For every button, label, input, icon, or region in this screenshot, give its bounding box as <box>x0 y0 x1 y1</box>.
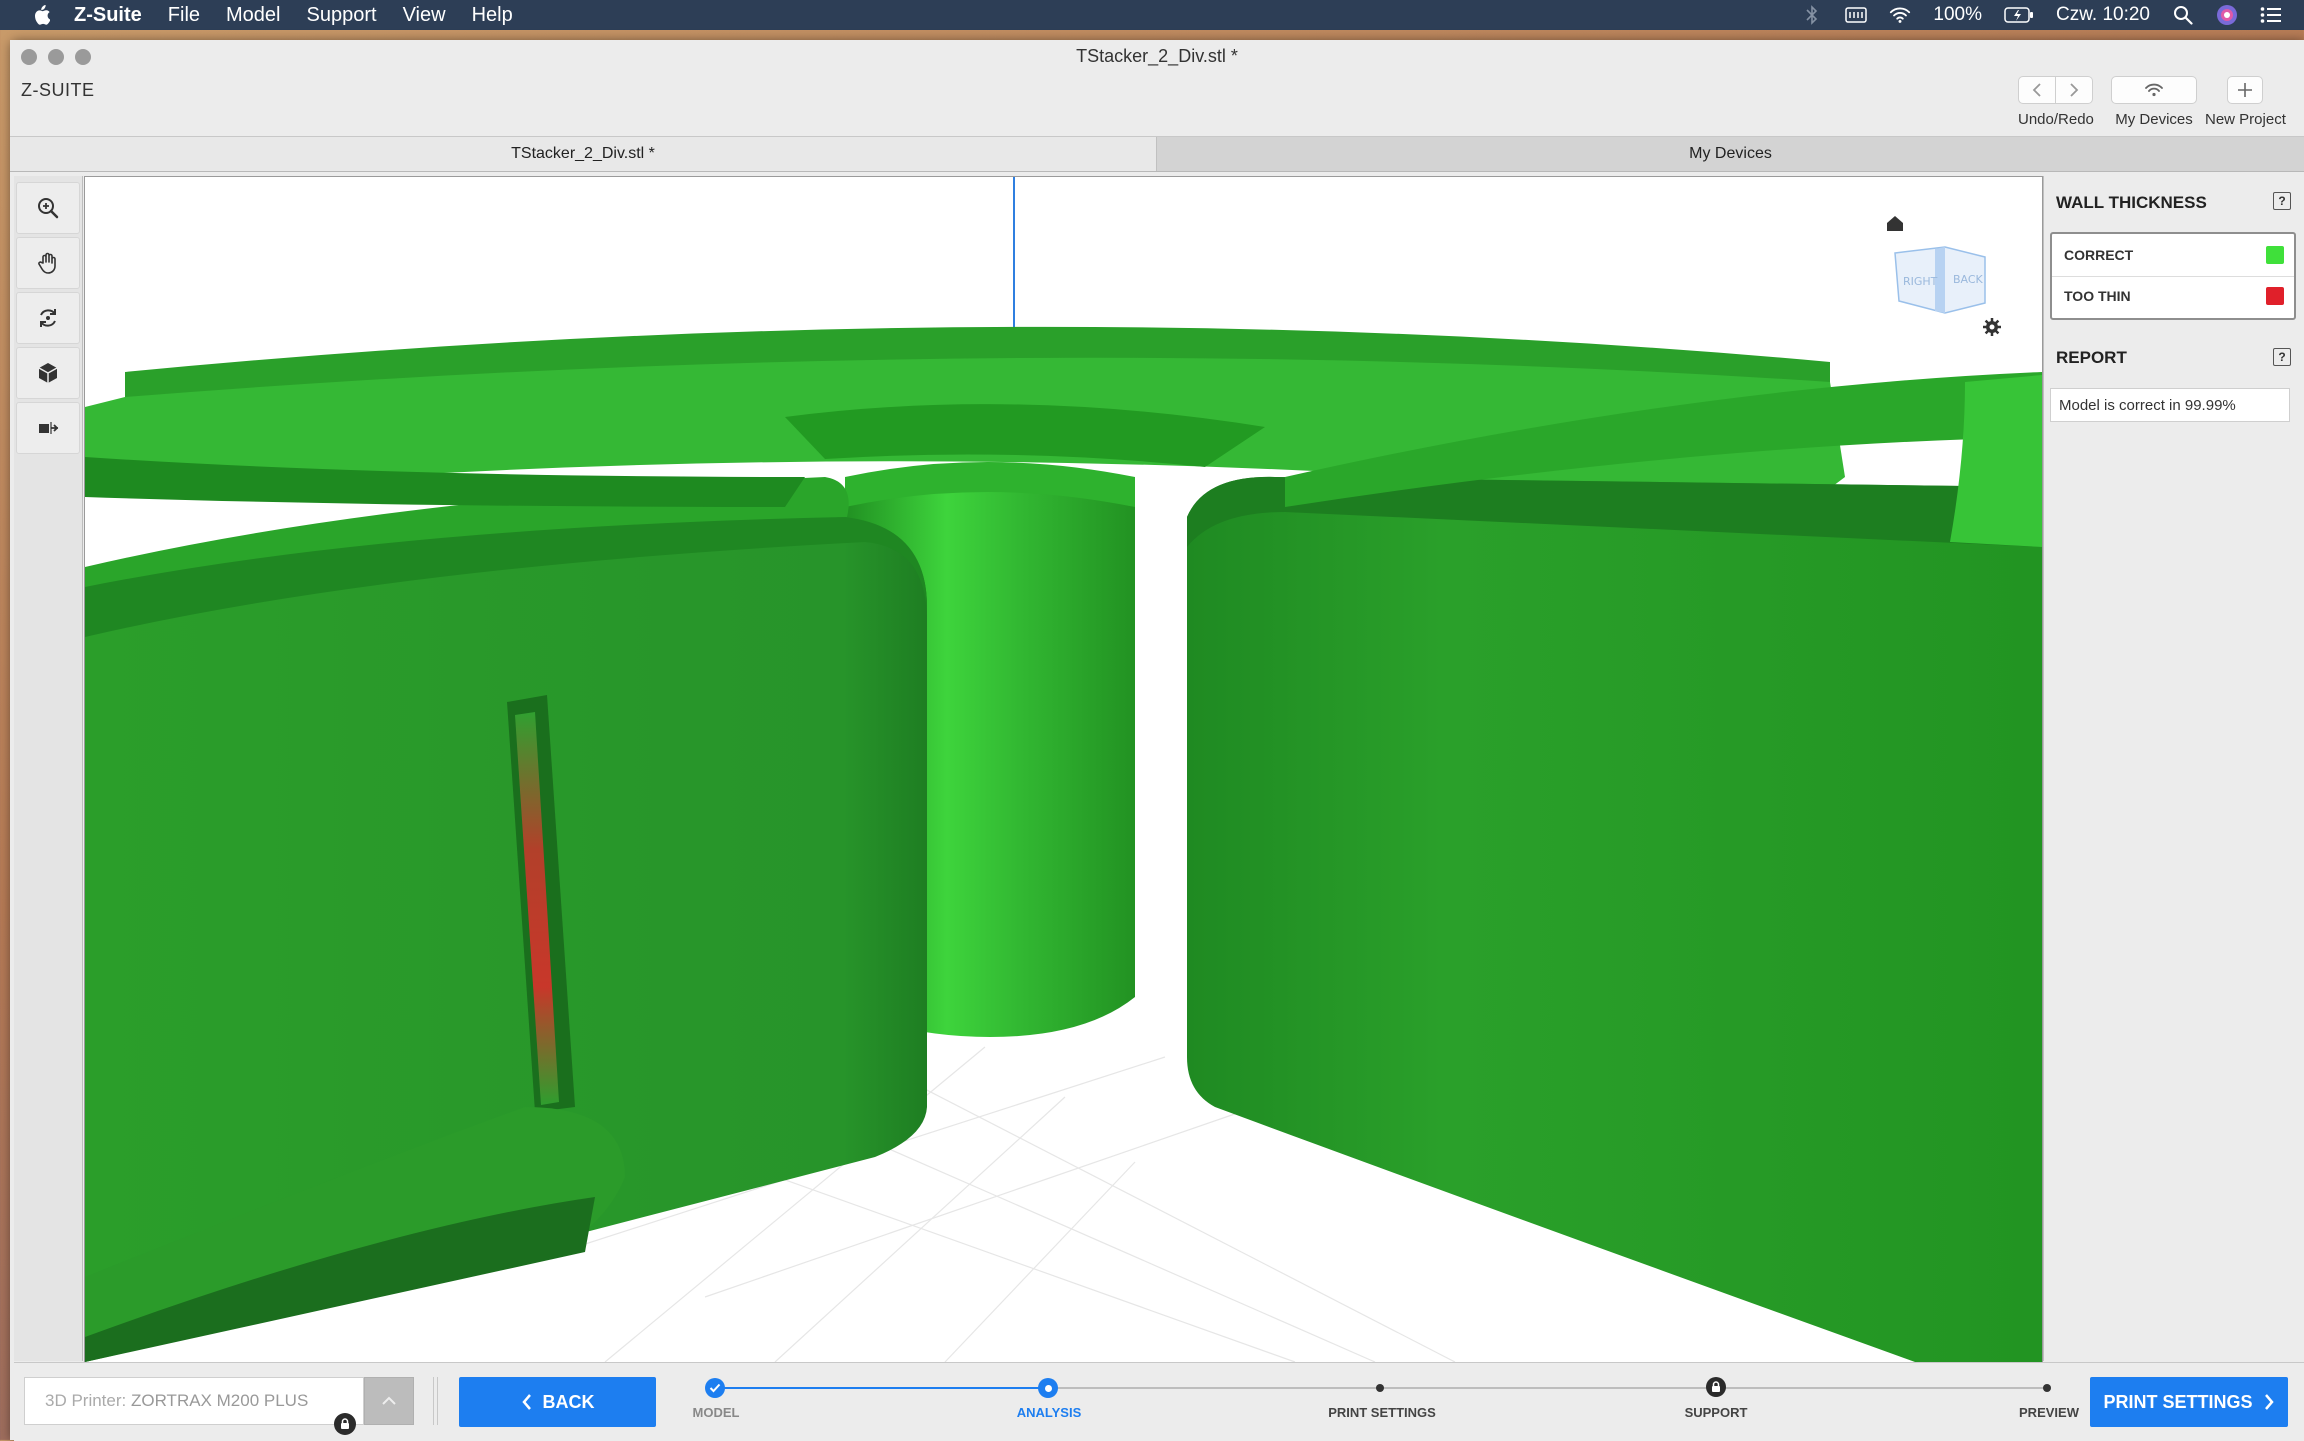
battery-icon[interactable] <box>2004 5 2034 25</box>
zoom-tool-button[interactable] <box>16 182 80 234</box>
new-project-group: New Project <box>2205 76 2286 128</box>
bluetooth-icon[interactable] <box>1801 5 1823 25</box>
chevron-up-icon <box>382 1396 396 1405</box>
step-dot <box>1376 1384 1384 1392</box>
undo-button[interactable] <box>2018 76 2057 104</box>
back-button[interactable]: BACK <box>459 1377 656 1427</box>
lock-icon <box>1706 1377 1726 1397</box>
report-title: REPORT <box>2056 348 2127 367</box>
pan-tool-button[interactable] <box>16 237 80 289</box>
new-project-label: New Project <box>2205 111 2286 128</box>
check-icon <box>705 1378 725 1398</box>
print-settings-button[interactable]: PRINT SETTINGS <box>2090 1377 2288 1427</box>
chevron-right-icon <box>2070 83 2079 97</box>
menu-view[interactable]: View <box>403 4 446 27</box>
printer-prefix: 3D Printer: <box>45 1391 131 1410</box>
keyboard-input-icon[interactable] <box>1845 5 1868 25</box>
legend-too-thin: TOO THIN <box>2064 279 2284 313</box>
wall-thickness-legend: CORRECT TOO THIN <box>2050 232 2296 320</box>
workflow-bar: 3D Printer: ZORTRAX M200 PLUS BACK MODEL <box>14 1362 2304 1441</box>
chevron-left-icon <box>521 1394 531 1410</box>
tab-project[interactable]: TStacker_2_Div.stl * <box>10 137 1157 171</box>
wall-thickness-help-icon[interactable]: ? <box>2273 192 2291 210</box>
model-move-icon <box>39 422 59 434</box>
chevron-right-icon <box>2264 1394 2274 1410</box>
view-cube-widget[interactable]: RIGHT BACK <box>1875 213 2005 343</box>
legend-correct-label: CORRECT <box>2064 247 2134 263</box>
window-title: TStacker_2_Div.stl * <box>1076 46 1238 66</box>
report-text: Model is correct in 99.99% <box>2050 388 2290 422</box>
my-devices-label: My Devices <box>2115 111 2193 128</box>
view-cube-face-right[interactable]: RIGHT <box>1903 275 1938 288</box>
plus-icon <box>2238 83 2253 97</box>
legend-correct: CORRECT <box>2064 238 2284 272</box>
view-tool-button[interactable] <box>16 347 80 399</box>
progress-line-pending <box>1049 1387 2049 1389</box>
step-analysis-label: ANALYSIS <box>1016 1405 1082 1420</box>
redo-button[interactable] <box>2056 76 2094 104</box>
printer-dropdown-button[interactable] <box>364 1377 414 1425</box>
move-tool-button[interactable] <box>16 402 80 454</box>
new-project-button[interactable] <box>2227 76 2264 104</box>
my-devices-group: My Devices <box>2111 76 2197 128</box>
wifi-icon[interactable] <box>1889 5 1911 25</box>
view-cube-face-back[interactable]: BACK <box>1953 273 1984 286</box>
notification-center-icon[interactable] <box>2260 5 2282 25</box>
report-help-icon[interactable]: ? <box>2273 348 2291 366</box>
progress-line-done <box>716 1387 1049 1389</box>
apple-icon[interactable] <box>26 0 56 30</box>
menubar-clock[interactable]: Czw. 10:20 <box>2056 4 2150 26</box>
legend-too-thin-label: TOO THIN <box>2064 288 2131 304</box>
printer-selector[interactable]: 3D Printer: ZORTRAX M200 PLUS <box>24 1377 364 1425</box>
gear-icon[interactable] <box>1983 318 2001 336</box>
menu-file[interactable]: File <box>168 4 200 27</box>
legend-correct-swatch <box>2266 246 2284 264</box>
document-tabs: TStacker_2_Div.stl * My Devices <box>10 136 2304 172</box>
rotate-tool-button[interactable] <box>16 292 80 344</box>
wall-thickness-title: WALL THICKNESS <box>2056 193 2207 212</box>
menu-help[interactable]: Help <box>472 4 513 27</box>
pan-hand-icon <box>38 252 56 274</box>
3d-viewport[interactable]: RIGHT BACK <box>84 176 2043 1363</box>
step-print-settings-label: PRINT SETTINGS <box>1328 1405 1436 1420</box>
view-tools-strip <box>14 176 83 1361</box>
analysis-panel: WALL THICKNESS ? CORRECT TOO THIN REPORT… <box>2043 176 2304 1361</box>
printer-name: ZORTRAX M200 PLUS <box>130 1391 309 1410</box>
zoom-icon <box>38 198 59 219</box>
lock-icon <box>334 1413 356 1435</box>
siri-icon[interactable] <box>2216 5 2238 25</box>
menu-model[interactable]: Model <box>226 4 280 27</box>
app-logo: Z-SUITE <box>21 80 95 100</box>
home-view-icon[interactable] <box>1887 216 1903 231</box>
battery-percent: 100% <box>1933 4 1982 25</box>
model-render <box>85 177 2042 1362</box>
menu-app-name[interactable]: Z-Suite <box>74 4 142 27</box>
undo-redo-label: Undo/Redo <box>2018 111 2094 128</box>
workflow-steps: MODEL ANALYSIS PRINT SETTINGS SUPPORT PR… <box>676 1363 2086 1441</box>
step-model-label: MODEL <box>692 1405 740 1420</box>
back-button-label: BACK <box>542 1391 595 1412</box>
app-window: TStacker_2_Div.stl * Z-SUITE Undo/Redo M… <box>10 40 2304 1441</box>
step-dot <box>2043 1384 2051 1392</box>
view-cube-icon <box>38 363 58 383</box>
rotate-icon <box>40 309 56 327</box>
chevron-left-icon <box>2033 83 2042 97</box>
my-devices-button[interactable] <box>2111 76 2197 104</box>
print-settings-button-label: PRINT SETTINGS <box>2103 1391 2253 1412</box>
macos-menubar: Z-Suite File Model Support View Help 100… <box>0 0 2304 30</box>
menu-support[interactable]: Support <box>307 4 377 27</box>
tab-my-devices[interactable]: My Devices <box>1157 137 2304 171</box>
window-titlebar: TStacker_2_Div.stl * Z-SUITE Undo/Redo M… <box>10 40 2304 136</box>
wifi-icon <box>2145 83 2163 97</box>
toolbar-divider <box>433 1377 438 1425</box>
undo-redo-group: Undo/Redo <box>2018 76 2094 128</box>
current-step-dot <box>1038 1378 1058 1398</box>
legend-too-thin-swatch <box>2266 287 2284 305</box>
step-support-label: SUPPORT <box>1684 1405 1748 1420</box>
spotlight-search-icon[interactable] <box>2172 5 2194 25</box>
